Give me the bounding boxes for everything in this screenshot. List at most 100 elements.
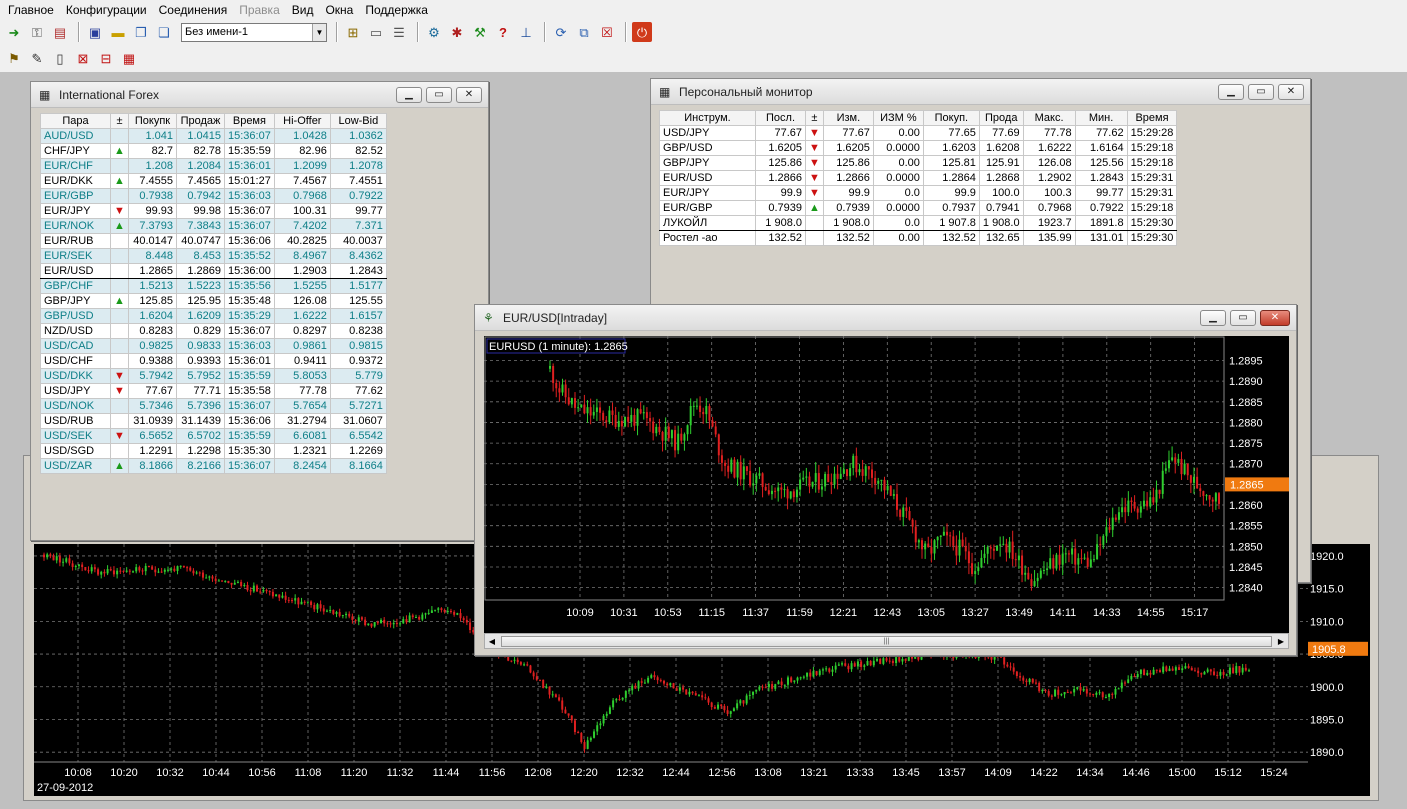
table-row[interactable]: ЛУКОЙЛ 1 908.0 1 908.0 0.0 1 907.8 1 908.0 192… [659, 215, 1178, 231]
menu-item[interactable]: Вид [286, 0, 320, 20]
table-row[interactable]: USD/NOK 5.7346 5.7396 15:36:07 5.7654 5.7271 [40, 398, 387, 414]
table-row[interactable]: USD/CAD 0.9825 0.9833 15:36:03 0.9861 0.9815 [40, 338, 387, 354]
column-header[interactable]: Пара [40, 113, 111, 129]
monitor-titlebar[interactable]: ▦ Персональный монитор ▁ ▭ ✕ [651, 79, 1310, 105]
table-row[interactable]: GBP/JPY 125.86 ▼ 125.86 0.00 125.81 125.91 126.… [659, 155, 1178, 171]
table-row[interactable]: EUR/SEK 8.448 8.453 15:35:52 8.4967 8.4362 [40, 248, 387, 264]
add-window-icon[interactable]: ⊞ [343, 22, 363, 42]
news-icon[interactable]: ✎ [27, 48, 47, 68]
menu-item[interactable]: Конфигурации [60, 0, 153, 20]
table-row[interactable]: USD/JPY ▼ 77.67 77.71 15:35:58 77.78 77.62 [40, 383, 387, 399]
table-row[interactable]: USD/ZAR ▲ 8.1866 8.2166 15:36:07 8.2454 8.1664 [40, 458, 387, 474]
table-row[interactable]: EUR/CHF 1.208 1.2084 15:36:01 1.2099 1.2078 [40, 158, 387, 174]
close-button[interactable]: ✕ [456, 86, 482, 103]
maximize-button[interactable]: ▭ [426, 86, 452, 103]
cascade-icon[interactable]: ⧉ [574, 22, 594, 42]
close-button[interactable]: ✕ [1260, 309, 1290, 326]
column-header[interactable]: Время [224, 113, 275, 129]
bar-chart-icon[interactable]: ▦ [119, 48, 139, 68]
table-row[interactable]: EUR/GBP 0.7939 ▲ 0.7939 0.0000 0.7937 0.7941 0.… [659, 200, 1178, 216]
window-list-icon[interactable]: ☰ [389, 22, 409, 42]
power-icon[interactable]: ⏻ [632, 22, 652, 42]
book-icon[interactable]: ▯ [50, 48, 70, 68]
import-icon[interactable]: ▤ [50, 22, 70, 42]
table-row[interactable]: USD/DKK ▼ 5.7942 5.7952 15:35:59 5.8053 5.779 [40, 368, 387, 384]
eurusd-titlebar[interactable]: ⚘ EUR/USD[Intraday] ▁ ▭ ✕ [475, 305, 1296, 331]
column-header[interactable]: Low-Bid [329, 113, 387, 129]
menu-item[interactable]: Главное [2, 0, 60, 20]
table-row[interactable]: EUR/USD 1.2866 ▼ 1.2866 0.0000 1.2864 1.2868 1.… [659, 170, 1178, 186]
window-layout-icon[interactable]: ▭ [366, 22, 386, 42]
column-header[interactable]: Мин. [1074, 110, 1128, 126]
order-icon[interactable]: ⊟ [96, 48, 116, 68]
scroll-right-icon[interactable]: ▶ [1274, 634, 1288, 648]
close-button[interactable]: ✕ [1278, 83, 1304, 100]
table-row[interactable]: AUD/USD 1.041 1.0415 15:36:07 1.0428 1.0362 [40, 128, 387, 144]
column-header[interactable]: Покупк [128, 113, 177, 129]
table-row[interactable]: CHF/JPY ▲ 82.7 82.78 15:35:59 82.96 82.52 [40, 143, 387, 159]
disconnect-icon[interactable]: ✱ [447, 22, 467, 42]
column-header[interactable]: ИЗМ % [872, 110, 924, 126]
table-row[interactable]: EUR/RUB 40.0147 40.0747 15:36:06 40.2825 40.0… [40, 233, 387, 249]
ticker-icon[interactable]: ⚑ [4, 48, 24, 68]
table-row[interactable]: USD/JPY 77.67 ▼ 77.67 0.00 77.65 77.69 77.78 77.… [659, 125, 1178, 141]
table-row[interactable]: NZD/USD 0.8283 0.829 15:36:07 0.8297 0.8238 [40, 323, 387, 339]
chevron-down-icon[interactable]: ▼ [312, 23, 326, 41]
table-row[interactable]: GBP/USD 1.6204 1.6209 15:35:29 1.6222 1.6157 [40, 308, 387, 324]
close-window-icon[interactable]: ☒ [597, 22, 617, 42]
help-icon[interactable]: ? [493, 22, 513, 42]
scroll-left-icon[interactable]: ◀ [485, 634, 499, 648]
alert-icon[interactable]: ⊠ [73, 48, 93, 68]
table-row[interactable]: USD/CHF 0.9388 0.9393 15:36:01 0.9411 0.9372 [40, 353, 387, 369]
column-header[interactable]: Hi-Offer [273, 113, 331, 129]
table-row[interactable]: USD/SGD 1.2291 1.2298 15:35:30 1.2321 1.2269 [40, 443, 387, 459]
table-row[interactable]: EUR/JPY ▼ 99.93 99.98 15:36:07 100.31 99.77 [40, 203, 387, 219]
menu-item[interactable]: Окна [319, 0, 359, 20]
maximize-button[interactable]: ▭ [1248, 83, 1274, 100]
column-header[interactable]: Изм. [822, 110, 874, 126]
menu-item[interactable]: Соединения [153, 0, 234, 20]
chart-settings-icon[interactable]: ⊥ [516, 22, 536, 42]
column-header[interactable]: ± [805, 110, 824, 126]
menu-item[interactable]: Поддержка [359, 0, 434, 20]
column-header[interactable]: Покуп. [922, 110, 980, 126]
table-row[interactable]: EUR/DKK ▲ 7.4555 7.4565 15:01:27 7.4567 7.4551 [40, 173, 387, 189]
key-icon[interactable]: ⚿ [27, 22, 47, 42]
table-row[interactable]: USD/RUB 31.0939 31.1439 15:36:06 31.2794 31.0… [40, 413, 387, 429]
table-row[interactable]: EUR/NOK ▲ 7.3793 7.3843 15:36:07 7.4202 7.371 [40, 218, 387, 234]
table-row[interactable]: USD/SEK ▼ 6.5652 6.5702 15:35:59 6.6081 6.5542 [40, 428, 387, 444]
open-folder-icon[interactable]: ▬ [108, 22, 128, 42]
column-header[interactable]: Макс. [1022, 110, 1076, 126]
minimize-button[interactable]: ▁ [1200, 309, 1226, 326]
eurusd-chart-window[interactable]: ⚘ EUR/USD[Intraday] ▁ ▭ ✕ 1.2895 1.2890 1.… [474, 304, 1297, 656]
column-header[interactable]: Продаж [176, 113, 225, 129]
table-row[interactable]: EUR/USD 1.2865 1.2869 15:36:00 1.2903 1.2843 [40, 263, 387, 279]
minimize-button[interactable]: ▁ [396, 86, 422, 103]
table-row[interactable]: EUR/GBP 0.7938 0.7942 15:36:03 0.7968 0.7922 [40, 188, 387, 204]
column-header[interactable]: Время [1126, 110, 1178, 126]
network-icon[interactable]: ⚙ [424, 22, 444, 42]
column-header[interactable]: ± [110, 113, 129, 129]
horizontal-scrollbar[interactable]: ◀ ||| ▶ [484, 633, 1289, 649]
save-icon[interactable]: ▣ [85, 22, 105, 42]
layout-combo[interactable]: Без имени-1 ▼ [181, 22, 327, 42]
menu-item[interactable]: Правка [233, 0, 286, 20]
connect-icon[interactable]: ➜ [4, 22, 24, 42]
table-row[interactable]: Ростел -ао 132.52 132.52 0.00 132.52 132.65 13… [659, 230, 1178, 246]
table-row[interactable]: GBP/CHF 1.5213 1.5223 15:35:56 1.5255 1.5177 [40, 278, 387, 294]
eurusd-chart-plot[interactable]: 1.2895 1.2890 1.2885 1.2880 1.2875 1.2870 1.28… [484, 336, 1289, 633]
column-header[interactable]: Посл. [755, 110, 806, 126]
column-header[interactable]: Инструм. [659, 110, 756, 126]
copy-icon[interactable]: ❐ [131, 22, 151, 42]
paste-icon[interactable]: ❏ [154, 22, 174, 42]
table-row[interactable]: GBP/USD 1.6205 ▼ 1.6205 0.0000 1.6203 1.6208 1.… [659, 140, 1178, 156]
table-row[interactable]: EUR/JPY 99.9 ▼ 99.9 0.0 99.9 100.0 100.3 99.77 15… [659, 185, 1178, 201]
table-row[interactable]: GBP/JPY ▲ 125.85 125.95 15:35:48 126.08 125.55 [40, 293, 387, 309]
maximize-button[interactable]: ▭ [1230, 309, 1256, 326]
column-header[interactable]: Прода [978, 110, 1024, 126]
scroll-thumb[interactable]: ||| [501, 636, 1272, 647]
forex-titlebar[interactable]: ▦ International Forex ▁ ▭ ✕ [31, 82, 488, 108]
forex-window[interactable]: ▦ International Forex ▁ ▭ ✕ Пара ± Покупк П… [30, 81, 489, 541]
refresh-icon[interactable]: ⟳ [551, 22, 571, 42]
tools-icon[interactable]: ⚒ [470, 22, 490, 42]
